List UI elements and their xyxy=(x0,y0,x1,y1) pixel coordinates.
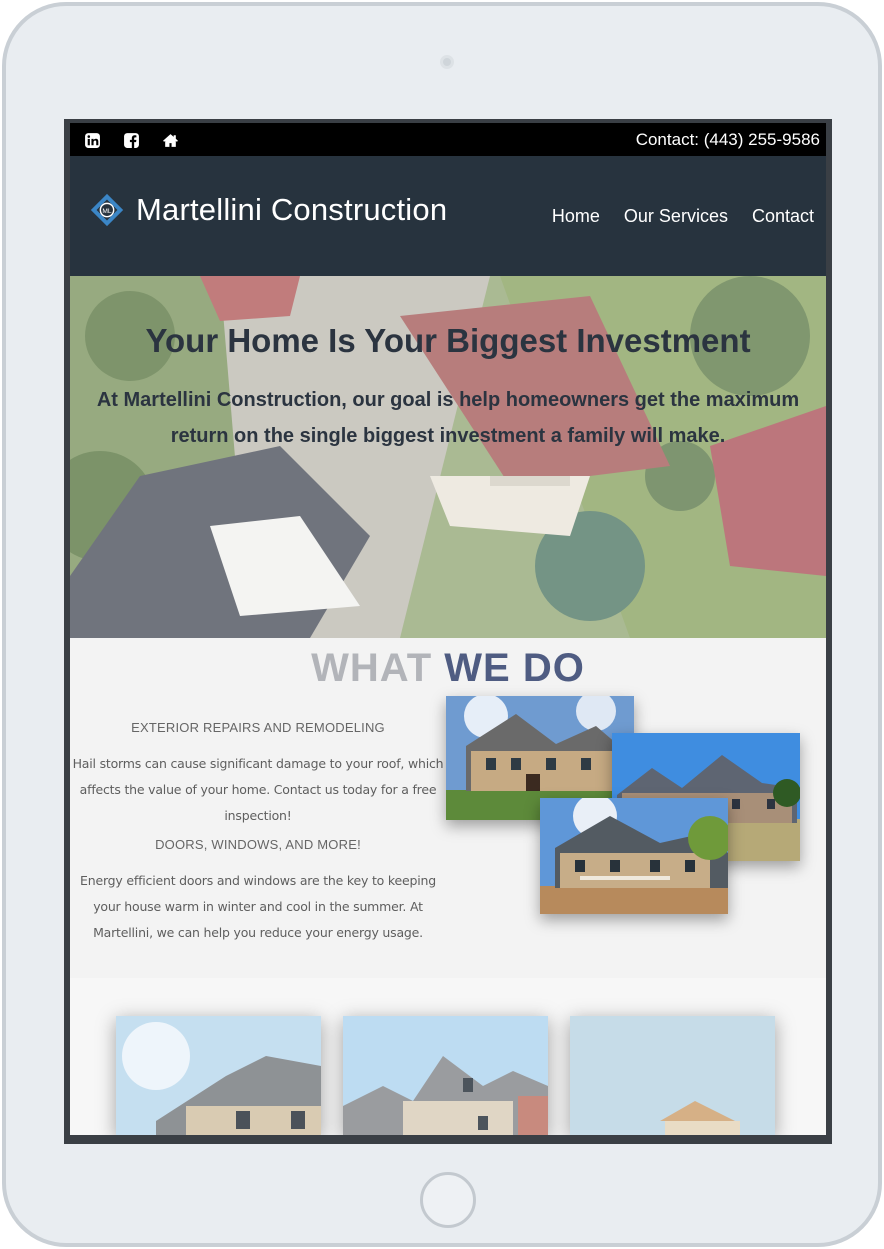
web-page: Contact: (443) 255-9586 ML Martellini Co… xyxy=(70,123,826,1135)
card-2[interactable] xyxy=(343,1016,548,1135)
cards-row xyxy=(70,978,826,1135)
card-1[interactable] xyxy=(116,1016,321,1135)
nav-home[interactable]: Home xyxy=(552,206,600,227)
services-text: EXTERIOR REPAIRS AND REMODELING Hail sto… xyxy=(70,720,446,954)
home-button[interactable] xyxy=(420,1172,476,1228)
hero-title: Your Home Is Your Biggest Investment xyxy=(145,322,751,359)
logo-diamond-icon: ML xyxy=(90,193,124,227)
what-we-do-section: WHAT WE DO EXTERIOR REPAIRS AND REMODELI… xyxy=(70,638,826,978)
social-links xyxy=(84,132,179,149)
section-title: WHAT WE DO xyxy=(70,646,826,691)
card-3[interactable] xyxy=(570,1016,775,1135)
logo-text: ML xyxy=(102,208,112,215)
exterior-text: Hail storms can cause significant damage… xyxy=(72,756,444,823)
home-icon[interactable] xyxy=(162,132,179,149)
doors-heading: DOORS, WINDOWS, AND MORE! xyxy=(155,837,361,852)
nav-our-services[interactable]: Our Services xyxy=(624,206,728,227)
hero-section: Your Home Is Your Biggest Investment At … xyxy=(70,276,826,638)
hero-text: At Martellini Construction, our goal is … xyxy=(96,389,800,447)
brand-name: Martellini Construction xyxy=(136,192,448,227)
facebook-icon[interactable] xyxy=(123,132,140,149)
top-bar: Contact: (443) 255-9586 xyxy=(70,123,826,156)
screen: Contact: (443) 255-9586 ML Martellini Co… xyxy=(64,119,832,1144)
title-part-2: WE DO xyxy=(444,646,585,690)
nav-contact[interactable]: Contact xyxy=(752,206,814,227)
tablet-frame: Contact: (443) 255-9586 ML Martellini Co… xyxy=(2,2,882,1247)
title-part-1: WHAT xyxy=(311,646,433,690)
doors-text: Energy efficient doors and windows are t… xyxy=(80,873,436,940)
house-photo-3 xyxy=(540,798,728,914)
logo[interactable]: ML Martellini Construction xyxy=(88,191,447,229)
linkedin-icon[interactable] xyxy=(84,132,101,149)
main-nav: Home Our Services Contact xyxy=(552,206,814,227)
contact-phone[interactable]: Contact: (443) 255-9586 xyxy=(636,130,820,150)
camera-icon xyxy=(440,55,454,69)
site-header: ML Martellini Construction Home Our Serv… xyxy=(70,156,826,276)
exterior-heading: EXTERIOR REPAIRS AND REMODELING xyxy=(131,720,385,735)
